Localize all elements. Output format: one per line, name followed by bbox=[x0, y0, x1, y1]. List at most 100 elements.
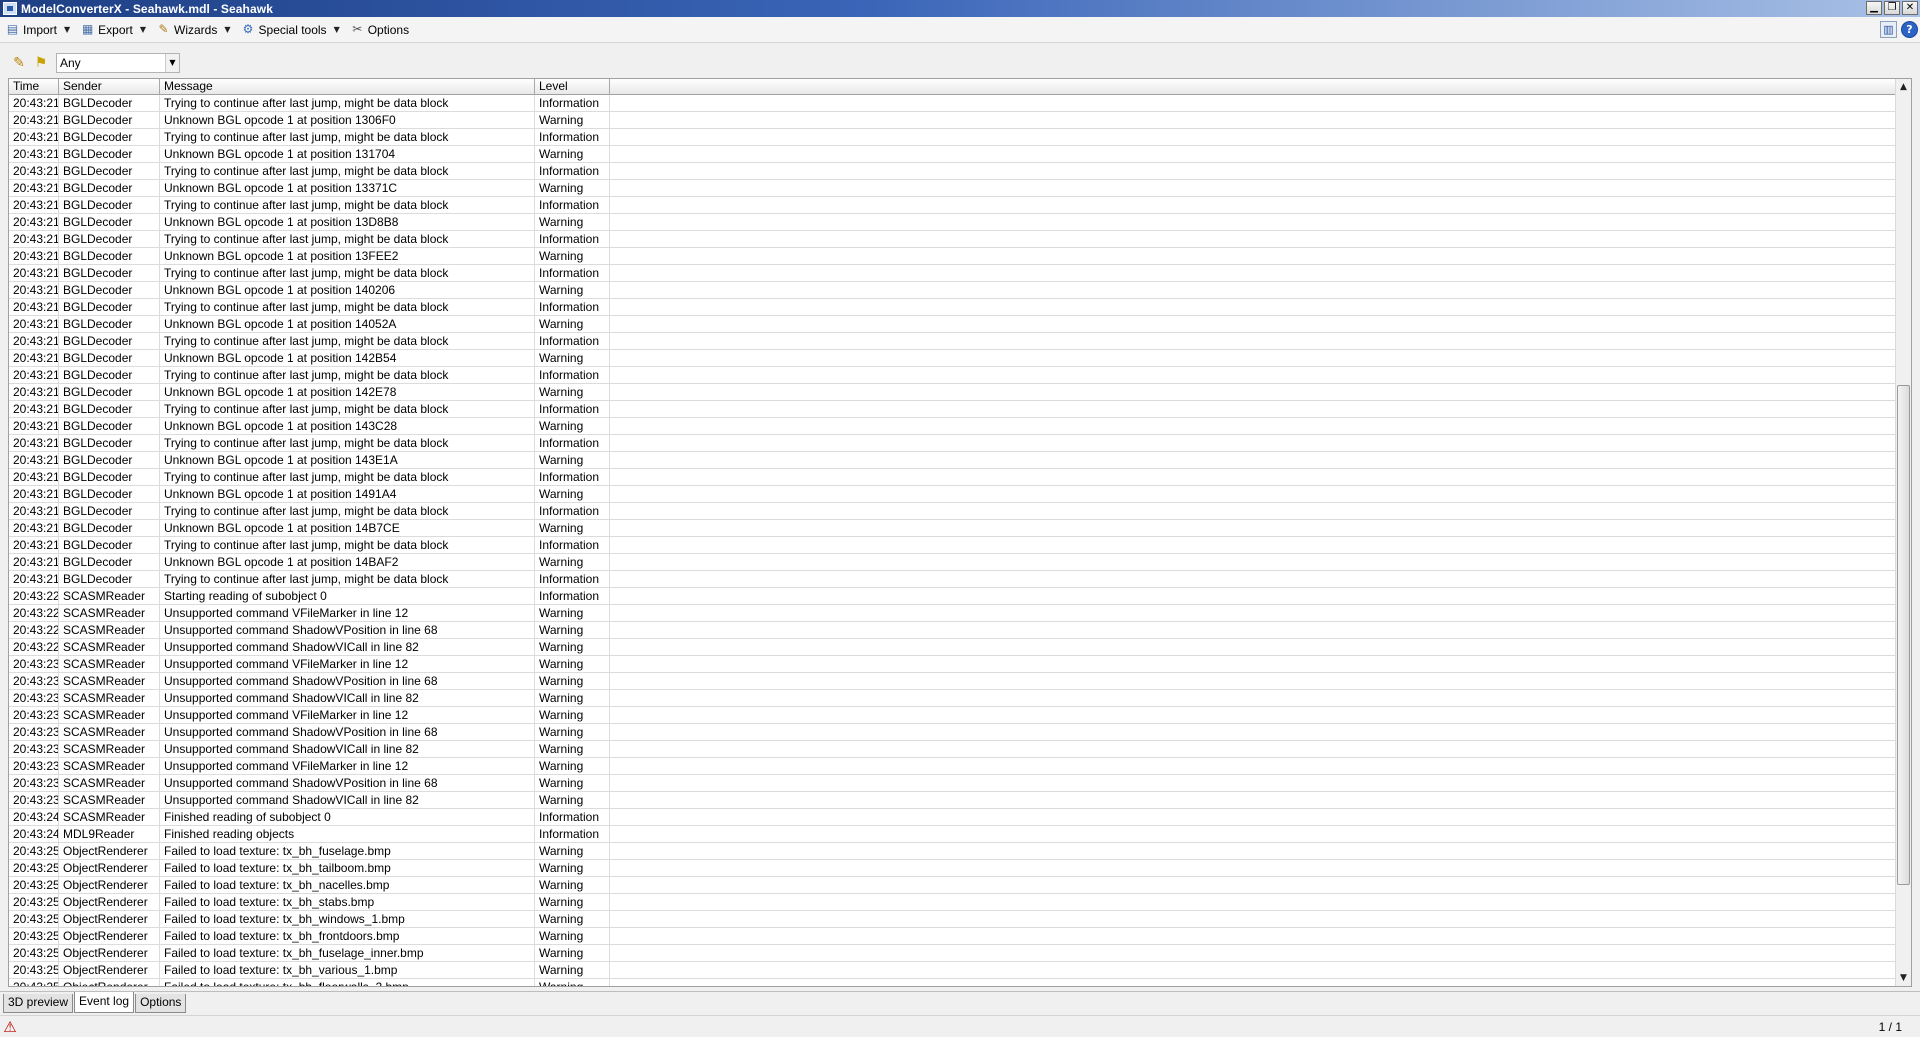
tab-event-log[interactable]: Event log bbox=[74, 992, 135, 1013]
scroll-thumb[interactable] bbox=[1897, 385, 1910, 885]
table-row[interactable]: 20:43:23 SCASMReader Unsupported command V… bbox=[9, 707, 1897, 724]
cell-message: Trying to continue after last jump, migh… bbox=[160, 163, 535, 179]
table-row[interactable]: 20:43:21 BGLDecoder Unknown BGL opcode 1 a… bbox=[9, 486, 1897, 503]
table-row[interactable]: 20:43:21 BGLDecoder Unknown BGL opcode 1 a… bbox=[9, 384, 1897, 401]
table-row[interactable]: 20:43:21 BGLDecoder Unknown BGL opcode 1 a… bbox=[9, 282, 1897, 299]
table-row[interactable]: 20:43:21 BGLDecoder Unknown BGL opcode 1 a… bbox=[9, 316, 1897, 333]
table-row[interactable]: 20:43:21 BGLDecoder Trying to continue aft… bbox=[9, 265, 1897, 282]
cell-time: 20:43:21 bbox=[9, 469, 59, 485]
cell-time: 20:43:21 bbox=[9, 316, 59, 332]
table-row[interactable]: 20:43:21 BGLDecoder Trying to continue aft… bbox=[9, 469, 1897, 486]
chevron-down-icon[interactable]: ▼ bbox=[224, 25, 230, 34]
table-row[interactable]: 20:43:21 BGLDecoder Trying to continue aft… bbox=[9, 95, 1897, 112]
table-row[interactable]: 20:43:21 BGLDecoder Trying to continue aft… bbox=[9, 571, 1897, 588]
table-row[interactable]: 20:43:21 BGLDecoder Trying to continue aft… bbox=[9, 537, 1897, 554]
table-row[interactable]: 20:43:25 ObjectRenderer Failed to load tex… bbox=[9, 928, 1897, 945]
cell-level: Information bbox=[535, 588, 610, 604]
table-row[interactable]: 20:43:23 SCASMReader Unsupported command V… bbox=[9, 656, 1897, 673]
table-row[interactable]: 20:43:21 BGLDecoder Unknown BGL opcode 1 a… bbox=[9, 112, 1897, 129]
chevron-down-icon[interactable]: ▼ bbox=[334, 25, 340, 34]
cell-sender: SCASMReader bbox=[59, 588, 160, 604]
tab-options[interactable]: Options bbox=[135, 994, 187, 1013]
table-row[interactable]: 20:43:23 SCASMReader Unsupported command S… bbox=[9, 792, 1897, 809]
table-row[interactable]: 20:43:21 BGLDecoder Trying to continue aft… bbox=[9, 231, 1897, 248]
table-row[interactable]: 20:43:25 ObjectRenderer Failed to load tex… bbox=[9, 894, 1897, 911]
table-row[interactable]: 20:43:21 BGLDecoder Trying to continue aft… bbox=[9, 435, 1897, 452]
export-icon: ▦ bbox=[82, 22, 94, 36]
table-row[interactable]: 20:43:21 BGLDecoder Unknown BGL opcode 1 a… bbox=[9, 554, 1897, 571]
chevron-down-icon[interactable]: ▼ bbox=[165, 54, 179, 72]
status-bar: ⚠ 1 / 1 bbox=[0, 1015, 1920, 1037]
table-row[interactable]: 20:43:21 BGLDecoder Trying to continue aft… bbox=[9, 299, 1897, 316]
cell-filler bbox=[610, 945, 1897, 961]
table-row[interactable]: 20:43:21 BGLDecoder Trying to continue aft… bbox=[9, 401, 1897, 418]
table-row[interactable]: 20:43:21 BGLDecoder Trying to continue aft… bbox=[9, 197, 1897, 214]
wizards-menu[interactable]: ✎ Wizards ▼ bbox=[153, 19, 238, 41]
warning-icon[interactable]: ⚠ bbox=[1, 1018, 19, 1036]
cell-message: Unknown BGL opcode 1 at position 131704 bbox=[160, 146, 535, 162]
tab-3d-preview[interactable]: 3D preview bbox=[3, 994, 74, 1013]
table-row[interactable]: 20:43:22 SCASMReader Unsupported command S… bbox=[9, 622, 1897, 639]
table-row[interactable]: 20:43:25 ObjectRenderer Failed to load tex… bbox=[9, 962, 1897, 979]
cell-time: 20:43:21 bbox=[9, 248, 59, 264]
table-row[interactable]: 20:43:21 BGLDecoder Unknown BGL opcode 1 a… bbox=[9, 248, 1897, 265]
cell-message: Finished reading objects bbox=[160, 826, 535, 842]
table-row[interactable]: 20:43:23 SCASMReader Unsupported command S… bbox=[9, 673, 1897, 690]
table-row[interactable]: 20:43:23 SCASMReader Unsupported command V… bbox=[9, 758, 1897, 775]
chevron-down-icon[interactable]: ▼ bbox=[140, 25, 146, 34]
column-header-time[interactable]: Time bbox=[9, 79, 59, 95]
table-row[interactable]: 20:43:21 BGLDecoder Unknown BGL opcode 1 a… bbox=[9, 418, 1897, 435]
edit-icon[interactable]: ✎ bbox=[9, 53, 29, 73]
options-menu[interactable]: ✂ Options bbox=[347, 19, 412, 41]
scroll-up-icon[interactable]: ▲ bbox=[1896, 79, 1911, 95]
table-row[interactable]: 20:43:23 SCASMReader Unsupported command S… bbox=[9, 741, 1897, 758]
layout-icon[interactable]: ▥ bbox=[1880, 21, 1897, 38]
table-row[interactable]: 20:43:21 BGLDecoder Unknown BGL opcode 1 a… bbox=[9, 350, 1897, 367]
table-row[interactable]: 20:43:24 MDL9Reader Finished reading objec… bbox=[9, 826, 1897, 843]
table-row[interactable]: 20:43:23 SCASMReader Unsupported command S… bbox=[9, 775, 1897, 792]
scroll-down-icon[interactable]: ▼ bbox=[1896, 970, 1911, 986]
cell-filler bbox=[610, 605, 1897, 621]
table-row[interactable]: 20:43:21 BGLDecoder Trying to continue aft… bbox=[9, 163, 1897, 180]
table-row[interactable]: 20:43:21 BGLDecoder Trying to continue aft… bbox=[9, 367, 1897, 384]
table-row[interactable]: 20:43:22 SCASMReader Starting reading of s… bbox=[9, 588, 1897, 605]
table-row[interactable]: 20:43:22 SCASMReader Unsupported command S… bbox=[9, 639, 1897, 656]
cell-level: Warning bbox=[535, 843, 610, 859]
table-row[interactable]: 20:43:21 BGLDecoder Unknown BGL opcode 1 a… bbox=[9, 520, 1897, 537]
column-header-level[interactable]: Level bbox=[535, 79, 610, 95]
table-row[interactable]: 20:43:25 ObjectRenderer Failed to load tex… bbox=[9, 979, 1897, 986]
table-row[interactable]: 20:43:24 SCASMReader Finished reading of s… bbox=[9, 809, 1897, 826]
table-row[interactable]: 20:43:25 ObjectRenderer Failed to load tex… bbox=[9, 860, 1897, 877]
table-row[interactable]: 20:43:21 BGLDecoder Unknown BGL opcode 1 a… bbox=[9, 214, 1897, 231]
table-row[interactable]: 20:43:22 SCASMReader Unsupported command V… bbox=[9, 605, 1897, 622]
flag-icon[interactable]: ⚑ bbox=[31, 53, 51, 73]
cell-sender: BGLDecoder bbox=[59, 537, 160, 553]
table-row[interactable]: 20:43:21 BGLDecoder Unknown BGL opcode 1 a… bbox=[9, 452, 1897, 469]
table-row[interactable]: 20:43:21 BGLDecoder Unknown BGL opcode 1 a… bbox=[9, 180, 1897, 197]
table-row[interactable]: 20:43:25 ObjectRenderer Failed to load tex… bbox=[9, 911, 1897, 928]
vertical-scrollbar[interactable]: ▲ ▼ bbox=[1895, 79, 1911, 986]
import-menu[interactable]: ▤ Import ▼ bbox=[2, 19, 77, 41]
cell-filler bbox=[610, 673, 1897, 689]
column-header-sender[interactable]: Sender bbox=[59, 79, 160, 95]
table-row[interactable]: 20:43:25 ObjectRenderer Failed to load tex… bbox=[9, 945, 1897, 962]
minimize-button[interactable]: ▁ bbox=[1866, 1, 1882, 15]
restore-button[interactable]: ❐ bbox=[1884, 1, 1900, 15]
column-header-message[interactable]: Message bbox=[160, 79, 535, 95]
export-menu[interactable]: ▦ Export ▼ bbox=[77, 19, 153, 41]
table-row[interactable]: 20:43:21 BGLDecoder Trying to continue aft… bbox=[9, 503, 1897, 520]
table-row[interactable]: 20:43:25 ObjectRenderer Failed to load tex… bbox=[9, 877, 1897, 894]
table-row[interactable]: 20:43:21 BGLDecoder Trying to continue aft… bbox=[9, 333, 1897, 350]
close-button[interactable]: ✕ bbox=[1902, 1, 1918, 15]
special-tools-menu[interactable]: ⚙ Special tools ▼ bbox=[238, 19, 347, 41]
table-row[interactable]: 20:43:21 BGLDecoder Trying to continue aft… bbox=[9, 129, 1897, 146]
table-row[interactable]: 20:43:25 ObjectRenderer Failed to load tex… bbox=[9, 843, 1897, 860]
help-icon[interactable]: ? bbox=[1901, 21, 1918, 38]
chevron-down-icon[interactable]: ▼ bbox=[64, 25, 70, 34]
table-row[interactable]: 20:43:23 SCASMReader Unsupported command S… bbox=[9, 690, 1897, 707]
table-row[interactable]: 20:43:21 BGLDecoder Unknown BGL opcode 1 a… bbox=[9, 146, 1897, 163]
cell-level: Warning bbox=[535, 248, 610, 264]
level-filter-select[interactable]: Any ▼ bbox=[56, 53, 180, 73]
cell-sender: SCASMReader bbox=[59, 724, 160, 740]
table-row[interactable]: 20:43:23 SCASMReader Unsupported command S… bbox=[9, 724, 1897, 741]
